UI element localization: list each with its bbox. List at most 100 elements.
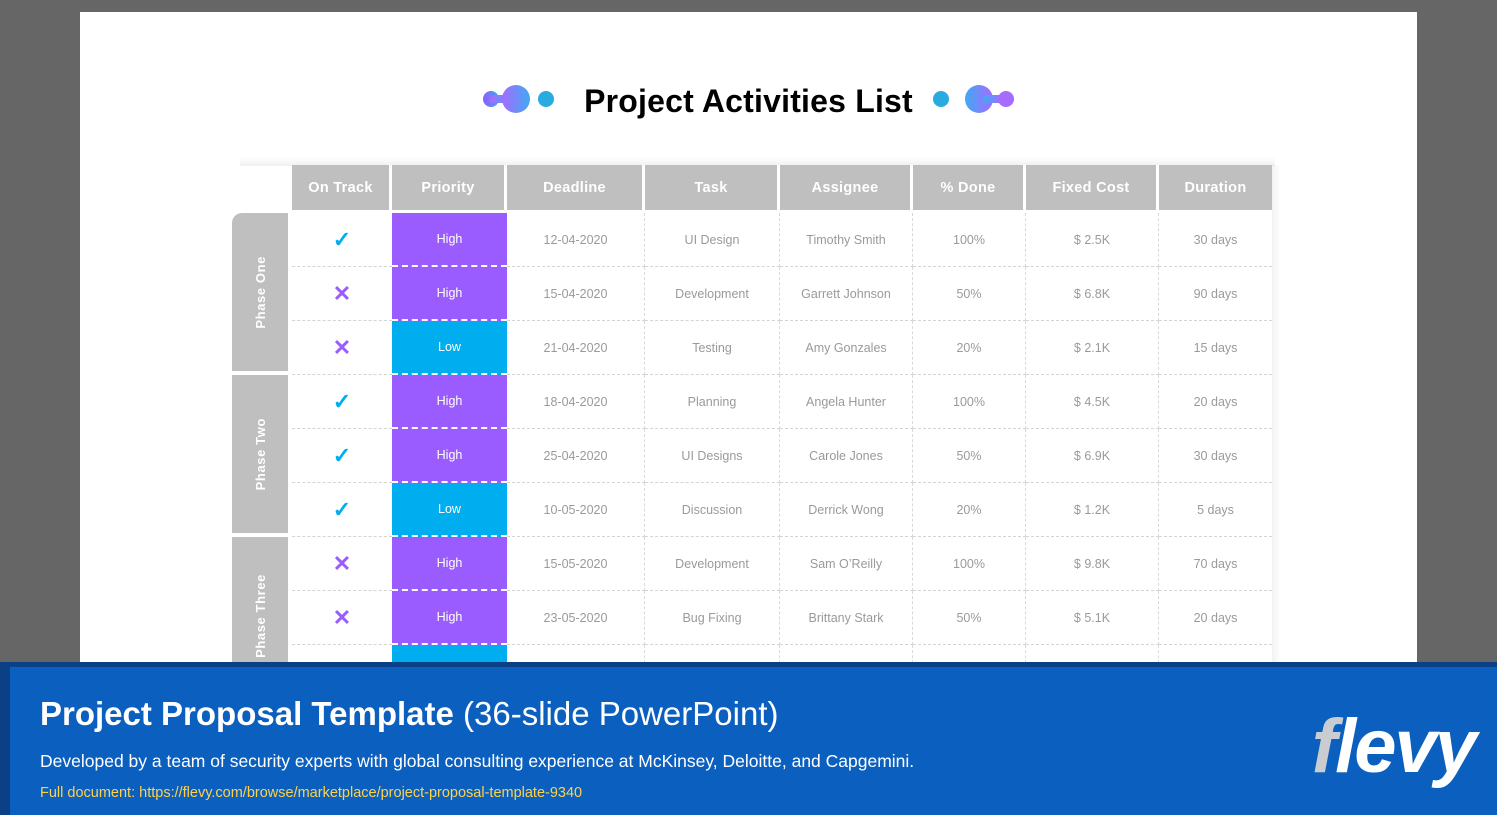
column-header-deadline[interactable]: Deadline — [507, 165, 645, 213]
cell-assignee: Angela Hunter — [780, 375, 913, 429]
phase-label: Phase One — [252, 255, 268, 329]
cell-fixed-cost: $ 1.2K — [1026, 483, 1159, 537]
cell-priority: High — [392, 591, 507, 645]
cell-percent-done: 100% — [913, 537, 1026, 591]
slide-viewer: Project Activities List On Track Priorit… — [0, 0, 1497, 815]
cell-duration: 20 days — [1159, 591, 1272, 645]
cross-icon: ✕ — [332, 604, 352, 630]
cell-percent-done: 20% — [913, 483, 1026, 537]
flevy-logo[interactable]: flevy — [1312, 709, 1477, 785]
cell-task: Planning — [645, 375, 780, 429]
cell-task: UI Designs — [645, 429, 780, 483]
promo-footer: Project Proposal Template (36-slide Powe… — [0, 662, 1497, 815]
cell-assignee: Garrett Johnson — [780, 267, 913, 321]
cell-priority: High — [392, 213, 507, 267]
cell-fixed-cost: $ 6.8K — [1026, 267, 1159, 321]
cell-deadline: 25-04-2020 — [507, 429, 645, 483]
check-icon: ✓ — [332, 442, 352, 468]
cell-deadline: 15-05-2020 — [507, 537, 645, 591]
cell-duration: 30 days — [1159, 213, 1272, 267]
cell-assignee: Amy Gonzales — [780, 321, 913, 375]
table-row[interactable]: ✕ Low 21-04-2020 Testing Amy Gonzales 20% $ 2.… — [232, 321, 1272, 375]
flevy-logo-f: f — [1311, 704, 1337, 789]
cell-percent-done: 100% — [913, 375, 1026, 429]
cell-assignee: Carole Jones — [780, 429, 913, 483]
cell-on-track: ✓ — [292, 375, 392, 429]
table-header-row: On Track Priority Deadline Task Assignee… — [232, 165, 1272, 213]
cell-deadline: 18-04-2020 — [507, 375, 645, 429]
cell-on-track: ✓ — [292, 483, 392, 537]
cross-icon: ✕ — [332, 280, 352, 306]
column-header-task[interactable]: Task — [645, 165, 780, 213]
table-row[interactable]: ✕ High 23-05-2020 Bug Fixing Brittany Stark 5… — [232, 591, 1272, 645]
cell-priority: High — [392, 267, 507, 321]
title-decoration-right-icon — [931, 83, 1017, 120]
cell-assignee: Derrick Wong — [780, 483, 913, 537]
project-activities-table: On Track Priority Deadline Task Assignee… — [232, 165, 1272, 699]
column-header-duration[interactable]: Duration — [1159, 165, 1272, 213]
table-row[interactable]: ✓ Low 10-05-2020 Discussion Derrick Wong 20% $… — [232, 483, 1272, 537]
table-row[interactable]: Phase One ✓ High 12-04-2020 UI Design Timothy… — [232, 213, 1272, 375]
column-header-percent-done[interactable]: % Done — [913, 165, 1026, 213]
check-icon: ✓ — [332, 226, 352, 252]
table-header: On Track Priority Deadline Task Assignee… — [232, 165, 1272, 213]
cell-assignee: Timothy Smith — [780, 213, 913, 267]
cell-priority: High — [392, 537, 507, 591]
cell-duration: 15 days — [1159, 321, 1272, 375]
table-row[interactable]: ✕ High 15-04-2020 Development Garrett Johnso… — [232, 267, 1272, 321]
cell-task: Testing — [645, 321, 780, 375]
cell-assignee: Brittany Stark — [780, 591, 913, 645]
cell-deadline: 21-04-2020 — [507, 321, 645, 375]
cell-duration: 90 days — [1159, 267, 1272, 321]
cell-fixed-cost: $ 5.1K — [1026, 591, 1159, 645]
cell-on-track: ✕ — [292, 537, 392, 591]
promo-subtitle: Developed by a team of security experts … — [40, 751, 915, 771]
cell-task: Development — [645, 537, 780, 591]
column-header-assignee[interactable]: Assignee — [780, 165, 913, 213]
cell-priority: Low — [392, 321, 507, 375]
cell-deadline: 12-04-2020 — [507, 213, 645, 267]
promo-title-bold: Project Proposal Template — [40, 695, 454, 732]
phase-label-cell: Phase Two — [232, 375, 292, 537]
cell-on-track: ✕ — [292, 267, 392, 321]
cell-on-track: ✓ — [292, 429, 392, 483]
column-header-fixed-cost[interactable]: Fixed Cost — [1026, 165, 1159, 213]
table-row[interactable]: Phase Two ✓ High 18-04-2020 Planning Angela H… — [232, 375, 1272, 537]
slide-title-row: Project Activities List — [80, 70, 1417, 132]
promo-title-light: (36-slide PowerPoint) — [453, 695, 779, 732]
cell-duration: 30 days — [1159, 429, 1272, 483]
cell-on-track: ✕ — [292, 591, 392, 645]
column-header-priority[interactable]: Priority — [392, 165, 507, 213]
cell-fixed-cost: $ 9.8K — [1026, 537, 1159, 591]
table-row[interactable]: ✓ High 25-04-2020 UI Designs Carole Jones 50%… — [232, 429, 1272, 483]
table-row[interactable]: Phase Three ✕ High 15-05-2020 Development Sam… — [232, 537, 1272, 699]
cell-percent-done: 20% — [913, 321, 1026, 375]
title-decoration-left-icon — [480, 83, 566, 120]
cell-assignee: Sam O’Reilly — [780, 537, 913, 591]
cell-on-track: ✕ — [292, 321, 392, 375]
cell-fixed-cost: $ 6.9K — [1026, 429, 1159, 483]
check-icon: ✓ — [332, 388, 352, 414]
cross-icon: ✕ — [332, 334, 352, 360]
promo-document-link[interactable]: Full document: https://flevy.com/browse/… — [40, 785, 582, 801]
cell-percent-done: 50% — [913, 591, 1026, 645]
phase-label-cell: Phase One — [232, 213, 292, 375]
column-header-on-track[interactable]: On Track — [292, 165, 392, 213]
cell-duration: 70 days — [1159, 537, 1272, 591]
phase-label: Phase Three — [252, 574, 268, 658]
cell-duration: 5 days — [1159, 483, 1272, 537]
cell-percent-done: 100% — [913, 213, 1026, 267]
cross-icon: ✕ — [332, 550, 352, 576]
cell-priority: High — [392, 429, 507, 483]
check-icon: ✓ — [332, 496, 352, 522]
cell-fixed-cost: $ 2.1K — [1026, 321, 1159, 375]
phase-header-spacer — [232, 165, 292, 213]
cell-deadline: 15-04-2020 — [507, 267, 645, 321]
cell-duration: 20 days — [1159, 375, 1272, 429]
flevy-logo-rest: levy — [1335, 704, 1477, 789]
page-title: Project Activities List — [584, 82, 913, 119]
cell-fixed-cost: $ 2.5K — [1026, 213, 1159, 267]
cell-task: Discussion — [645, 483, 780, 537]
cell-percent-done: 50% — [913, 267, 1026, 321]
cell-fixed-cost: $ 4.5K — [1026, 375, 1159, 429]
